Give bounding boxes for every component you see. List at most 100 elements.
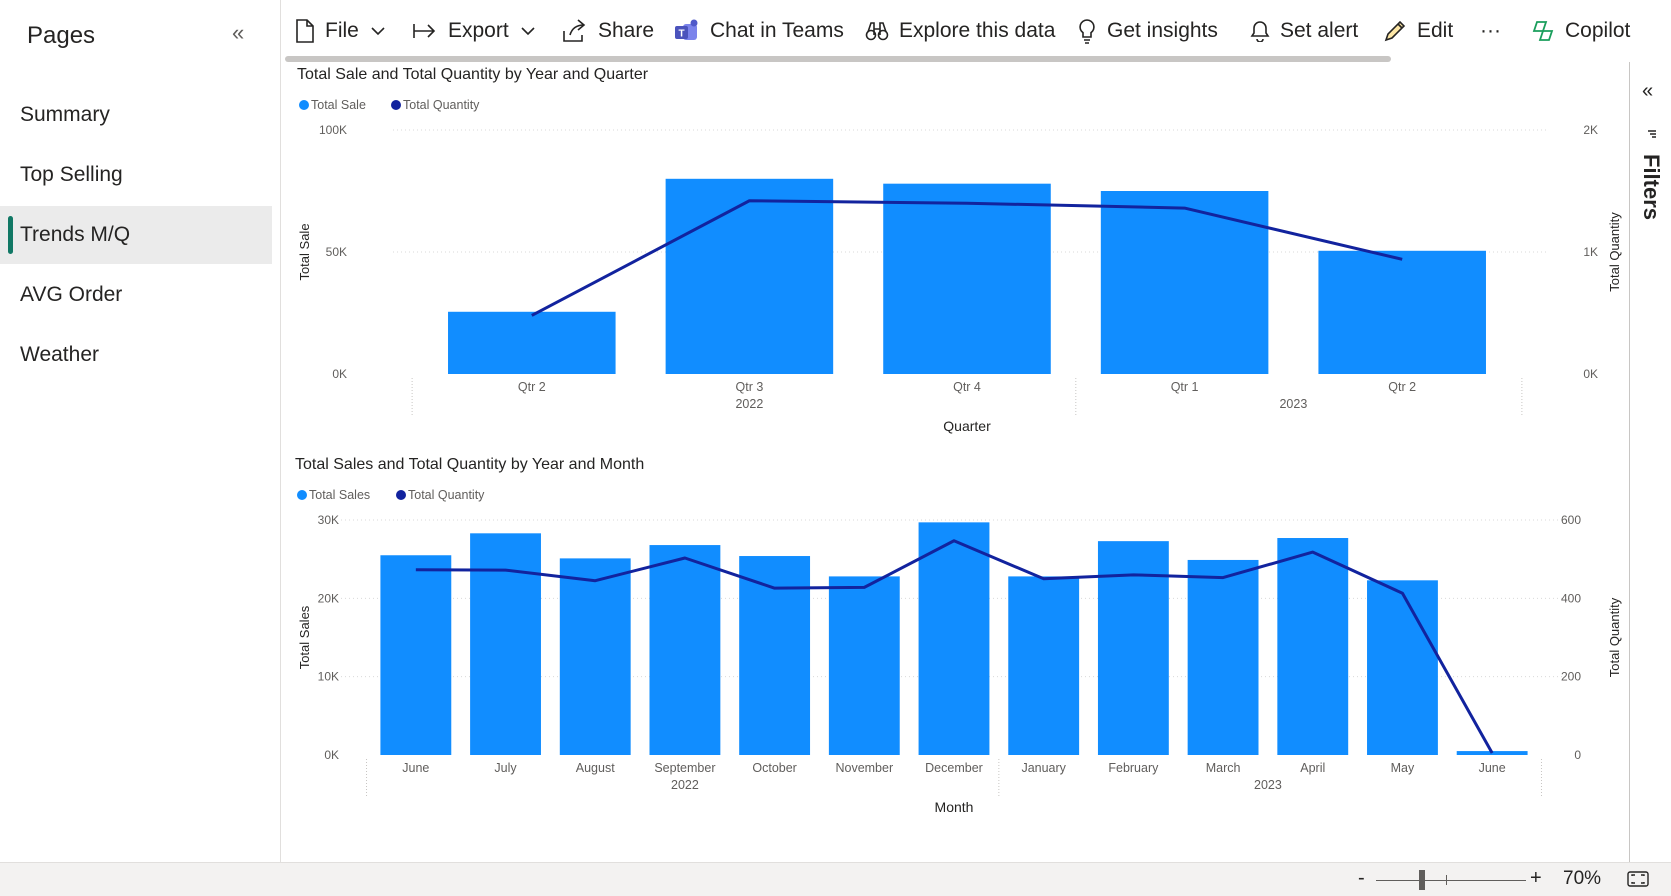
- svg-text:T: T: [678, 29, 684, 40]
- pencil-icon: [1384, 20, 1406, 42]
- bar: [918, 522, 990, 755]
- legend-label: Total Quantity: [403, 98, 480, 112]
- y2-tick-label: 2K: [1583, 123, 1598, 137]
- y2-tick-label: 0: [1574, 748, 1581, 762]
- edit-button[interactable]: Edit: [1383, 0, 1453, 62]
- bar: [649, 545, 721, 755]
- chevron-down-icon: [521, 27, 535, 36]
- bar: [470, 533, 541, 755]
- zoom-slider-thumb[interactable]: [1419, 870, 1425, 890]
- toolbar: File Export Share T Chat in Teams Explor…: [281, 0, 1671, 62]
- alert-label: Set alert: [1280, 19, 1359, 42]
- file-menu-button[interactable]: File: [295, 0, 385, 62]
- y2-tick-label: 1K: [1583, 245, 1598, 259]
- bar: [883, 183, 1051, 374]
- legend-marker: [297, 490, 307, 500]
- page-tab-summary[interactable]: Summary: [0, 86, 272, 144]
- file-label: File: [325, 19, 359, 42]
- page-tab-top-selling[interactable]: Top Selling: [0, 146, 272, 204]
- more-options-button[interactable]: ···: [1480, 0, 1501, 62]
- explore-data-button[interactable]: Explore this data: [865, 0, 1055, 62]
- x-tick-label: September: [654, 761, 715, 775]
- month-combo-chart: Total Sales and Total Quantity by Year a…: [295, 456, 1622, 815]
- bar: [380, 555, 452, 755]
- edit-label: Edit: [1417, 19, 1454, 42]
- y-axis-title: Total Sales: [297, 605, 312, 669]
- chat-in-teams-button[interactable]: T Chat in Teams: [674, 0, 844, 62]
- status-bar: - + 70%: [0, 862, 1671, 896]
- x-axis-title: Quarter: [943, 418, 991, 434]
- y-tick-label: 0K: [324, 748, 339, 762]
- x-tick-label: January: [1021, 761, 1066, 775]
- legend-marker: [299, 100, 309, 110]
- x-axis-title: Month: [935, 799, 974, 815]
- bar: [1008, 576, 1080, 755]
- bar: [1318, 250, 1486, 374]
- chart-title: Total Sales and Total Quantity by Year a…: [295, 456, 644, 473]
- page-tab-trends[interactable]: Trends M/Q: [0, 206, 272, 264]
- expand-filters-icon[interactable]: «: [1642, 80, 1653, 103]
- quarter-combo-chart: Total Sale and Total Quantity by Year an…: [297, 66, 1622, 434]
- x-tick-label: February: [1108, 761, 1159, 775]
- bar: [448, 311, 616, 374]
- x-tick-label: November: [835, 761, 893, 775]
- zoom-in-button[interactable]: +: [1530, 867, 1542, 890]
- share-icon: [563, 19, 586, 42]
- copilot-button[interactable]: Copilot: [1531, 0, 1630, 62]
- bar: [1277, 538, 1349, 755]
- zoom-slider-track[interactable]: [1376, 880, 1526, 881]
- zoom-out-button[interactable]: -: [1358, 867, 1365, 890]
- x-group-label: 2022: [735, 397, 763, 411]
- export-menu-button[interactable]: Export: [412, 0, 535, 62]
- copilot-icon: [1532, 21, 1554, 41]
- x-group-label: 2023: [1279, 397, 1307, 411]
- y2-tick-label: 200: [1561, 670, 1581, 684]
- x-tick-label: July: [494, 761, 517, 775]
- bar: [1367, 580, 1438, 755]
- x-tick-label: October: [752, 761, 796, 775]
- y-tick-label: 10K: [318, 670, 339, 684]
- legend-marker: [391, 100, 401, 110]
- report-canvas: Total Sale and Total Quantity by Year an…: [281, 62, 1629, 862]
- bar: [559, 558, 631, 755]
- bar: [1100, 191, 1269, 374]
- collapse-pages-icon[interactable]: «: [232, 20, 244, 46]
- y2-tick-label: 0K: [1583, 367, 1598, 381]
- y-tick-label: 100K: [319, 123, 347, 137]
- y2-tick-label: 600: [1561, 513, 1581, 527]
- filters-label[interactable]: Filters: [1638, 154, 1664, 220]
- x-tick-label: Qtr 2: [1388, 380, 1416, 394]
- zoom-slider-tick: [1446, 875, 1447, 885]
- y2-axis-title: Total Quantity: [1607, 212, 1622, 292]
- set-alert-button[interactable]: Set alert: [1250, 0, 1358, 62]
- share-label: Share: [598, 19, 655, 42]
- bar: [828, 576, 900, 755]
- y2-axis-title: Total Quantity: [1607, 597, 1622, 677]
- share-button[interactable]: Share: [562, 0, 654, 62]
- page-tab-avg-order[interactable]: AVG Order: [0, 266, 272, 324]
- bell-icon: [1250, 21, 1270, 42]
- y-tick-label: 0K: [332, 367, 347, 381]
- fit-to-page-icon[interactable]: [1627, 871, 1649, 887]
- x-tick-label: June: [1479, 761, 1506, 775]
- y-tick-label: 30K: [318, 513, 339, 527]
- legend-label: Total Sale: [311, 98, 366, 112]
- export-arrow-icon: [413, 24, 436, 38]
- y-axis-title: Total Sale: [297, 223, 312, 280]
- x-tick-label: December: [925, 761, 983, 775]
- get-insights-button[interactable]: Get insights: [1077, 0, 1218, 62]
- zoom-percentage: 70%: [1563, 868, 1602, 889]
- x-tick-label: April: [1300, 761, 1325, 775]
- bar: [1187, 559, 1259, 755]
- x-tick-label: May: [1391, 761, 1415, 775]
- chevron-down-icon: [371, 27, 385, 36]
- file-icon: [296, 19, 314, 43]
- y-tick-label: 50K: [326, 245, 347, 259]
- x-tick-label: June: [402, 761, 429, 775]
- x-group-label: 2022: [671, 778, 699, 792]
- pages-pane: Pages « Summary Top Selling Trends M/Q A…: [0, 0, 281, 862]
- page-tab-weather[interactable]: Weather: [0, 326, 272, 384]
- legend-label: Total Quantity: [408, 488, 485, 502]
- bar: [1097, 541, 1169, 755]
- copilot-label: Copilot: [1565, 19, 1631, 42]
